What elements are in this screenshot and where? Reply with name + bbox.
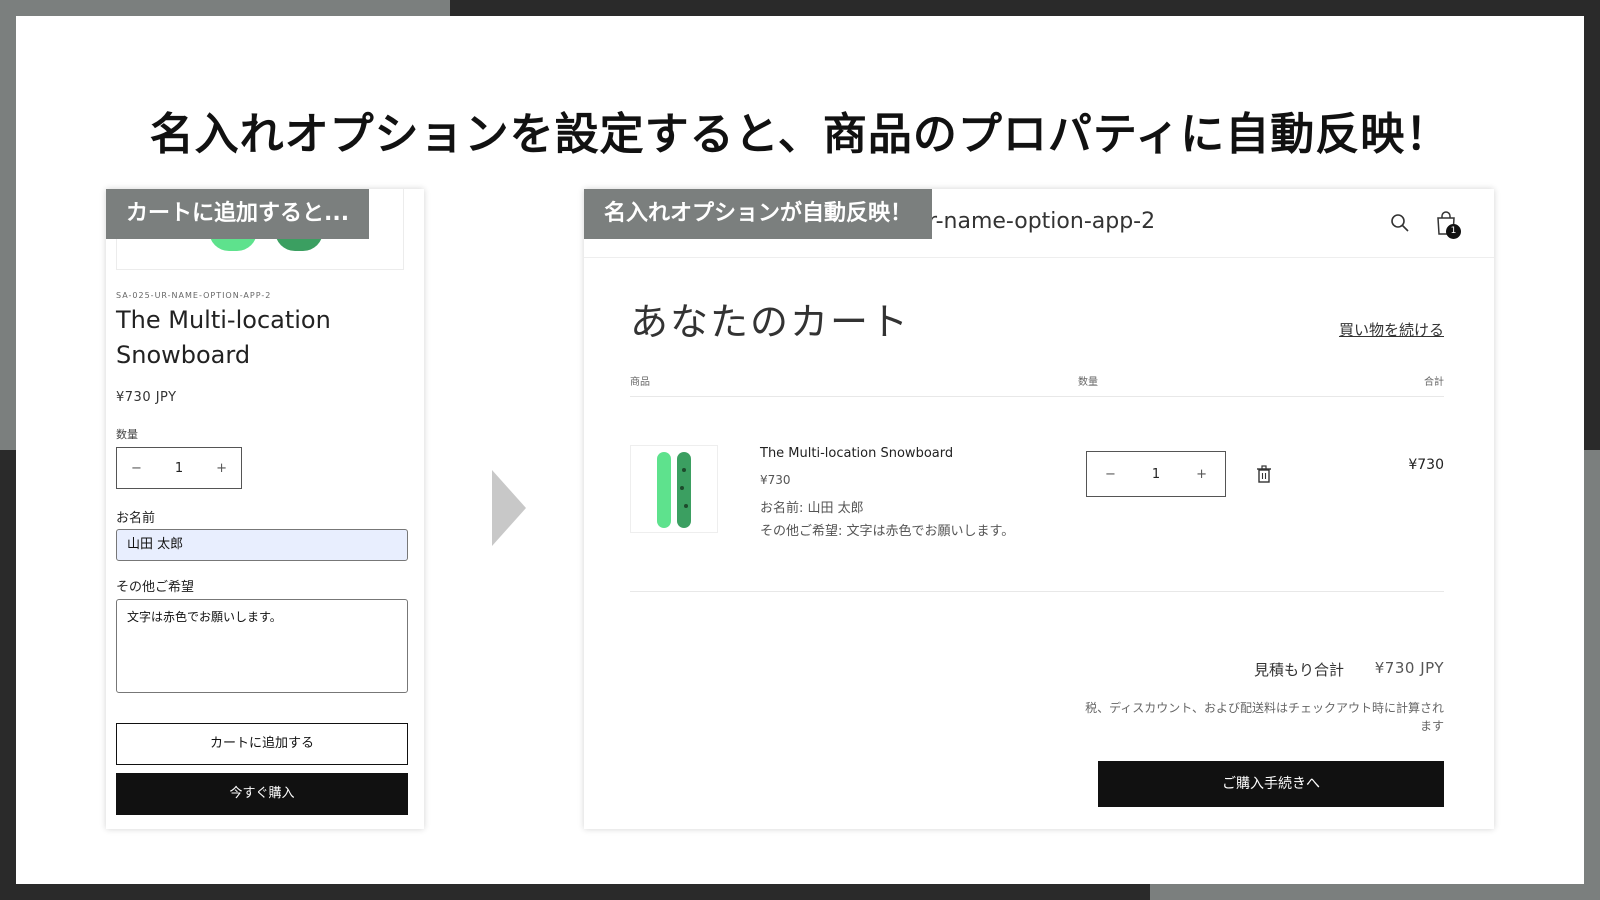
quantity-label: 数量 [116,428,138,441]
right-panel-tag: 名入れオプションが自動反映！ [584,189,933,239]
cart-quantity-stepper: − 1 + [1086,451,1226,497]
cart-page-panel: ur-name-option-app-2 1 名入れオプションが自動反映！ あな… [584,189,1494,829]
snowboard-thumbnail-image [657,452,691,528]
column-header-product: 商品 [630,377,650,388]
cart-count-badge: 1 [1446,224,1461,239]
quantity-value[interactable]: 1 [175,461,183,476]
cart-item-price: ¥730 [760,473,791,487]
name-field-label: お名前 [116,511,156,526]
estimated-total-value: ¥730 JPY [1374,659,1444,677]
wish-textarea[interactable]: 文字は赤色でお願いします。 [116,599,408,693]
quantity-decrease-button[interactable]: − [131,461,142,476]
estimated-total-label: 見積もり合計 [1254,661,1345,679]
cart-quantity-value[interactable]: 1 [1152,467,1160,482]
left-panel-tag: カートに追加すると... [106,189,370,239]
slide-headline: 名入れオプションを設定すると、商品のプロパティに自動反映！ [149,109,1451,160]
store-name[interactable]: ur-name-option-app-2 [914,209,1155,234]
checkout-button[interactable]: ご購入手続きへ [1098,761,1444,807]
search-icon[interactable] [1390,213,1410,233]
items-divider [630,591,1444,592]
trash-icon[interactable] [1256,465,1272,483]
wish-field-label: その他ご希望 [116,580,195,595]
cart-item-property-wish: その他ご希望: 文字は赤色でお願いします。 [760,524,1015,539]
arrow-right-icon [492,470,526,546]
cart-quantity-increase-button[interactable]: + [1196,467,1207,482]
cart-item-thumbnail[interactable] [630,445,718,533]
cart-item-property-name: お名前: 山田 太郎 [760,501,864,516]
quantity-increase-button[interactable]: + [216,461,227,476]
add-to-cart-button[interactable]: カートに追加する [116,723,408,765]
product-price: ¥730 JPY [116,390,177,405]
column-header-quantity: 数量 [1078,377,1098,388]
cart-item-name[interactable]: The Multi-location Snowboard [760,446,953,461]
tax-shipping-note: 税、ディスカウント、および配送料はチェックアウト時に計算されます [1085,701,1444,733]
cart-quantity-decrease-button[interactable]: − [1105,467,1116,482]
name-input[interactable]: 山田 太郎 [116,529,408,561]
header-divider [630,396,1444,397]
quantity-stepper: − 1 + [116,447,242,489]
product-title: The Multi-location Snowboard [116,306,331,369]
buy-now-button[interactable]: 今すぐ購入 [116,773,408,815]
product-page-panel: カートに追加すると... SA-025-UR-NAME-OPTION-APP-2… [106,189,424,829]
product-sku: SA-025-UR-NAME-OPTION-APP-2 [116,291,272,300]
cart-item-line-total: ¥730 [1408,457,1444,473]
continue-shopping-link[interactable]: 買い物を続ける [1339,319,1444,340]
column-header-total: 合計 [1424,377,1444,388]
cart-title: あなたのカート [630,300,911,344]
